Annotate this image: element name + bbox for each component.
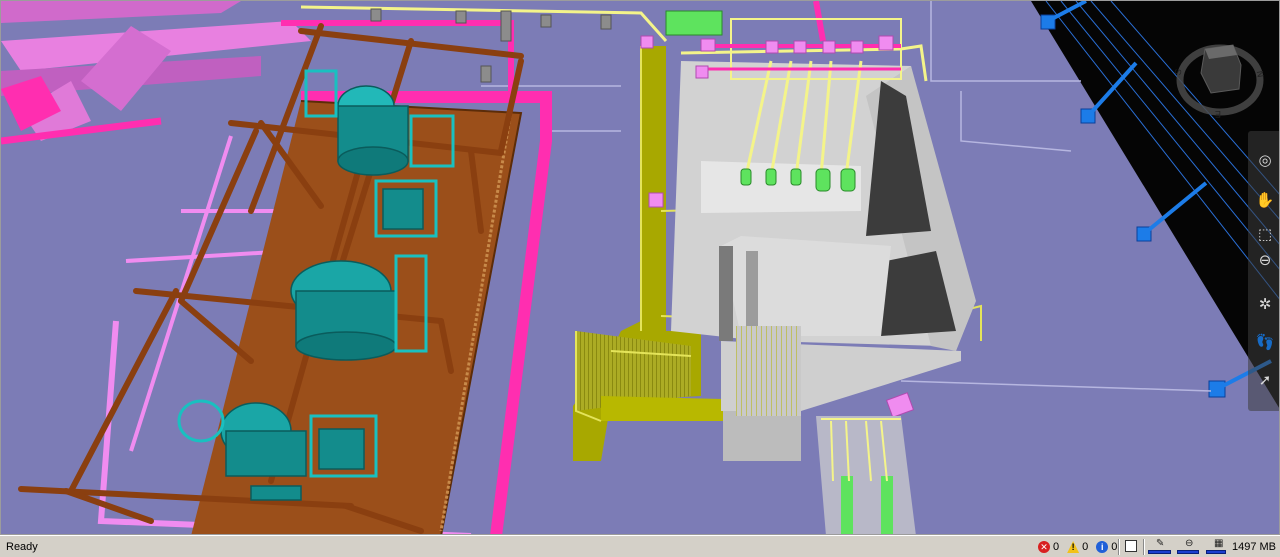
building-foundation: [723, 411, 801, 461]
select-icon[interactable]: ➚: [1254, 369, 1276, 391]
info-icon: i: [1096, 541, 1109, 553]
orbit-icon[interactable]: ✲: [1254, 293, 1276, 315]
disk-meter-bar: [1177, 550, 1199, 554]
status-separator: [1143, 539, 1145, 555]
navigation-bar: ◎ ✋ ⬚ ⊖ ✲ 👣 ➚: [1248, 131, 1279, 411]
status-separator: [1118, 539, 1120, 555]
warning-icon: !: [1067, 541, 1080, 553]
memory-meter-bar: [1206, 550, 1226, 554]
building-column: [746, 251, 758, 331]
error-icon: ✕: [1038, 541, 1050, 553]
view-cube[interactable]: S N E: [1173, 39, 1267, 121]
compass-east-label: E: [1215, 109, 1222, 119]
building-inner-slab: [701, 161, 861, 213]
zoom-icon[interactable]: ⊖: [1254, 249, 1276, 271]
warning-count: 0: [1082, 541, 1089, 553]
grating-door: [736, 326, 801, 416]
disk-meter: ⊖: [1177, 538, 1201, 554]
memory-usage: 1497 MB: [1231, 541, 1276, 553]
3d-model-scene[interactable]: [1, 1, 1280, 535]
sheet-browser-icon[interactable]: [1125, 540, 1137, 552]
pencil-meter: ✎: [1148, 538, 1172, 554]
error-count: 0: [1053, 541, 1060, 553]
3d-viewport[interactable]: S N E ◎ ✋ ⬚ ⊖ ✲ 👣 ➚: [0, 0, 1280, 535]
building-pillar: [719, 246, 733, 341]
disk-icon: ⊖: [1185, 538, 1194, 549]
steering-wheel-icon[interactable]: ◎: [1254, 149, 1276, 171]
info-count: 0: [1111, 541, 1118, 553]
pipe-trench: [816, 416, 916, 534]
memory-icon: ▦: [1214, 538, 1224, 549]
status-text: Ready: [6, 541, 38, 553]
zoom-window-icon[interactable]: ⬚: [1254, 223, 1276, 245]
memory-meter: ▦: [1206, 538, 1230, 554]
pan-hand-icon[interactable]: ✋: [1254, 189, 1276, 211]
walk-icon[interactable]: 👣: [1254, 331, 1276, 353]
pencil-icon: ✎: [1156, 538, 1165, 549]
status-bar: Ready ✕ 0 ! 0 i 0 0 ✎ ⊖ ▦ 1497 MB: [0, 535, 1280, 557]
pencil-meter-bar: [1148, 550, 1171, 554]
